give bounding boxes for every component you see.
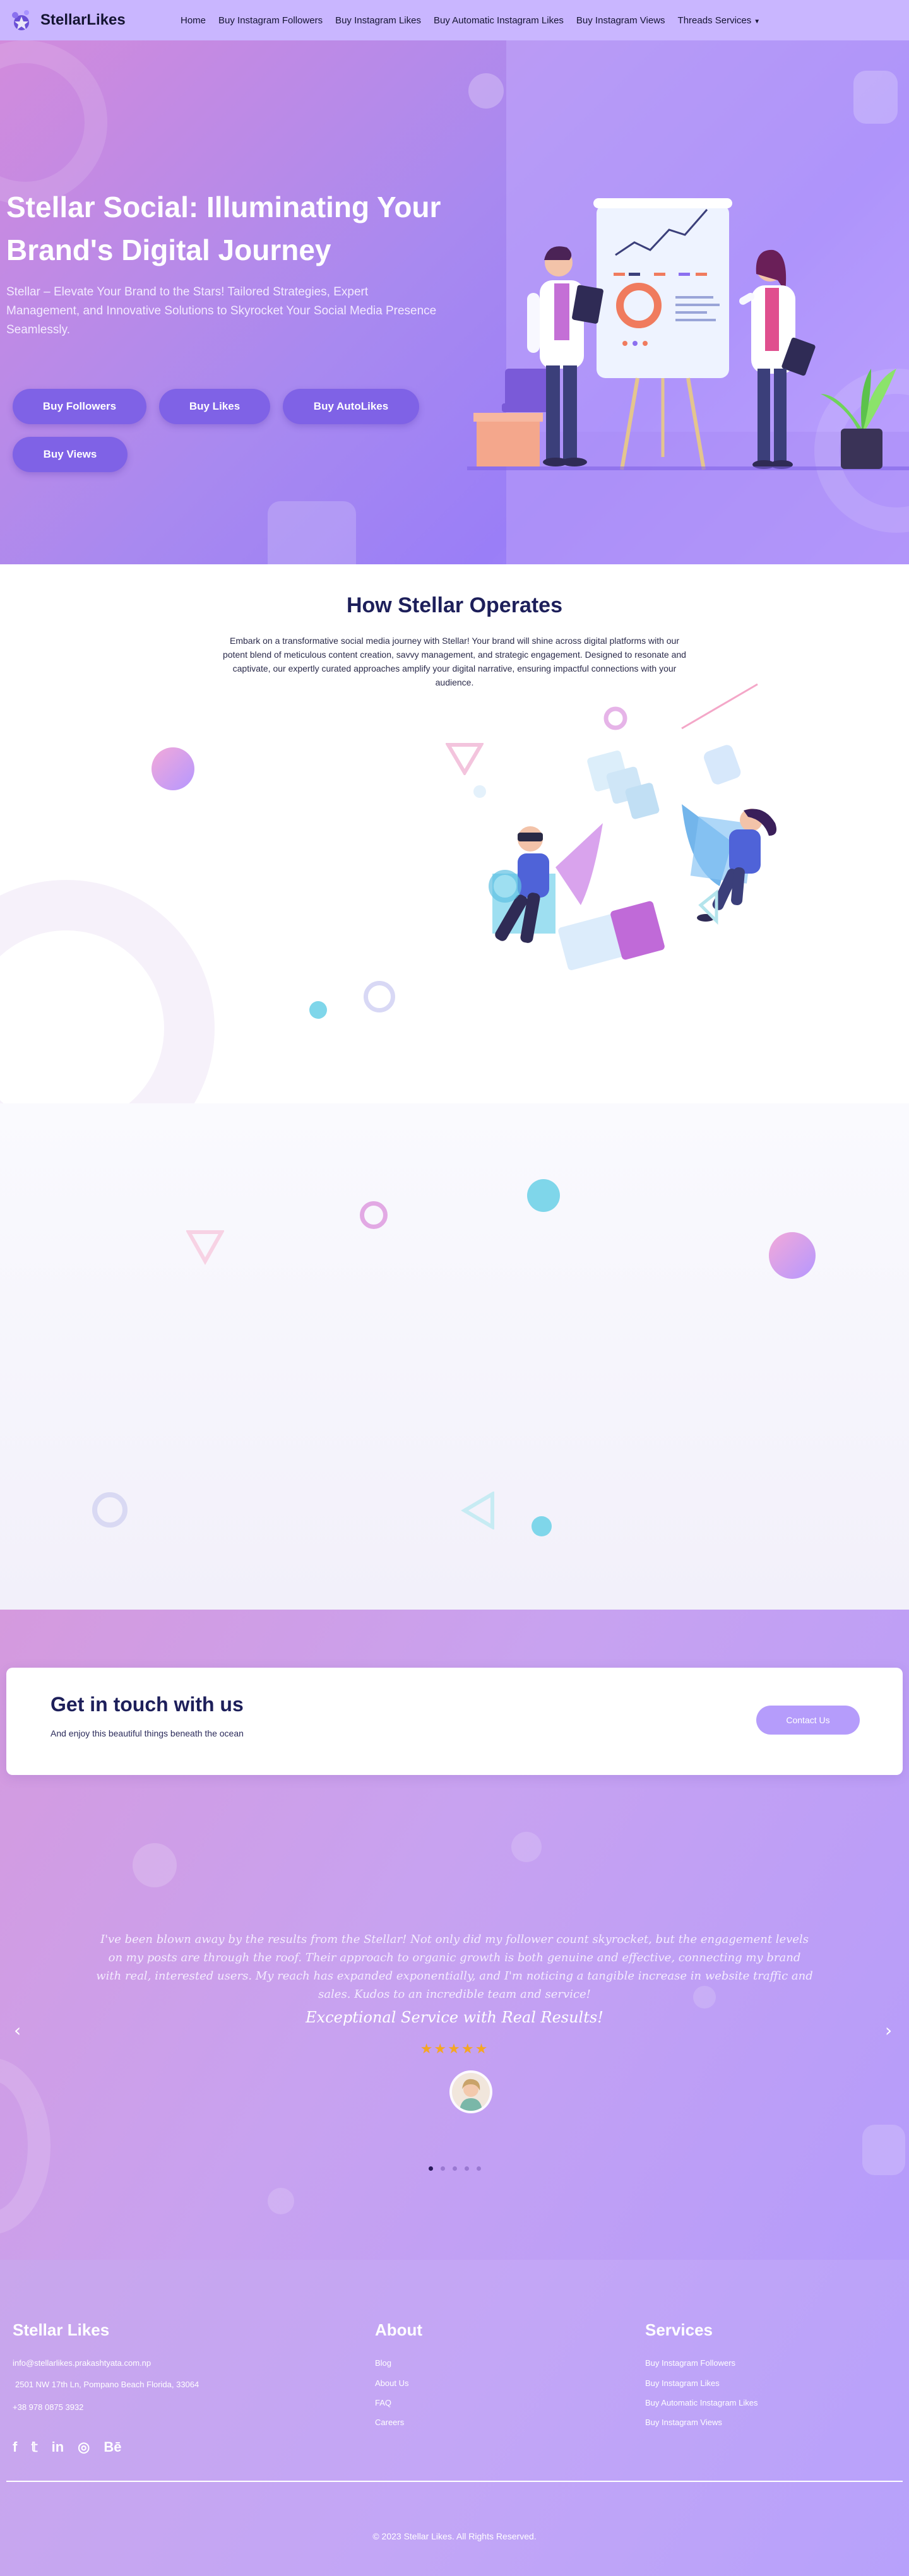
nav-threads-services-label: Threads Services [677,15,752,26]
decorative-ring [92,1492,128,1528]
hero-illustration [467,198,909,470]
footer-divider [6,2481,903,2482]
footer-email[interactable]: info@stellarlikes.prakashtyata.com.np [13,2358,151,2368]
hero-title: Stellar Social: Illuminating Your Brand'… [6,191,441,266]
facebook-icon[interactable]: f [13,2439,17,2455]
decorative-circle [309,1001,327,1019]
decorative-circle [532,1516,552,1536]
logo-text: StellarLikes [40,11,126,28]
buy-followers-button[interactable]: Buy Followers [13,389,146,424]
chevron-down-icon: ▼ [754,18,761,25]
footer-link-buy-likes[interactable]: Buy Instagram Likes [645,2378,720,2388]
decorative-triangle [186,1230,224,1265]
avatar [449,2070,492,2113]
site-logo[interactable]: StellarLikes [8,6,126,34]
footer-about-heading: About [375,2320,423,2339]
nav-threads-services[interactable]: Threads Services ▼ [678,15,761,26]
contact-subtitle: And enjoy this beautiful things beneath … [50,1728,244,1738]
contact-title: Get in touch with us [50,1693,244,1716]
decorative-square [853,71,898,124]
decorative-circle [527,1179,560,1212]
decorative-ring [0,880,215,1103]
twitter-icon[interactable]: 𝕥 [31,2439,37,2455]
social-links: f 𝕥 in ◎ Bē [13,2439,121,2455]
footer-link-faq[interactable]: FAQ [375,2398,391,2407]
decorative-circle [152,747,194,790]
footer-phone[interactable]: +38 978 0875 3932 [13,2402,83,2412]
footer-link-blog[interactable]: Blog [375,2358,391,2368]
buy-views-button[interactable]: Buy Views [13,437,128,472]
main-menu: Home Buy Instagram Followers Buy Instagr… [181,0,760,40]
carousel-dot[interactable] [465,2166,469,2171]
testimonial-title: Exceptional Service with Real Results! [306,2009,603,2026]
footer-link-about-us[interactable]: About Us [375,2378,408,2388]
footer-services-heading: Services [645,2320,713,2339]
decorative-ring [0,2058,50,2235]
carousel-dot[interactable] [429,2166,433,2171]
footer-brand-heading: Stellar Likes [13,2320,110,2339]
top-navbar: StellarLikes Home Buy Instagram Follower… [0,0,909,40]
carousel-prev-arrow[interactable]: ‹ [14,2020,21,2041]
nav-buy-automatic-instagram-likes[interactable]: Buy Automatic Instagram Likes [434,15,564,26]
contact-testimonial-section: Get in touch with us And enjoy this beau… [0,1610,909,2260]
rating-stars: ★★★★★ [420,2041,489,2057]
decorative-circle [511,1832,542,1862]
instagram-icon[interactable]: ◎ [78,2439,90,2455]
contact-card: Get in touch with us And enjoy this beau… [6,1668,903,1775]
nav-buy-instagram-followers[interactable]: Buy Instagram Followers [218,15,323,26]
decorative-circle [769,1232,816,1279]
logo-icon [8,6,35,34]
footer-link-buy-followers[interactable]: Buy Instagram Followers [645,2358,735,2368]
nav-buy-instagram-likes[interactable]: Buy Instagram Likes [335,15,421,26]
nav-home[interactable]: Home [181,15,206,26]
contact-us-button[interactable]: Contact Us [756,1706,860,1735]
decorative-triangle [461,1492,494,1529]
decorative-ring [364,981,395,1012]
nav-buy-instagram-views[interactable]: Buy Instagram Views [576,15,665,26]
decorative-ring [0,40,107,205]
decorative-circle [268,2188,294,2214]
decorative-circle [468,73,504,109]
carousel-pagination [429,2166,481,2171]
how-it-works-section: How Stellar Operates Embark on a transfo… [0,564,909,1103]
carousel-dot[interactable] [441,2166,445,2171]
decorative-square [862,2125,905,2175]
decorative-band [0,1103,909,1610]
hero-subtitle: Stellar – Elevate Your Brand to the Star… [6,285,437,336]
linkedin-icon[interactable]: in [52,2439,64,2455]
buy-autolikes-button[interactable]: Buy AutoLikes [283,389,419,424]
buy-likes-button[interactable]: Buy Likes [159,389,270,424]
footer-link-buy-views[interactable]: Buy Instagram Views [645,2418,722,2427]
carousel-dot[interactable] [453,2166,457,2171]
section-title: How Stellar Operates [346,593,562,617]
carousel-next-arrow[interactable]: › [885,2020,892,2041]
footer-link-careers[interactable]: Careers [375,2418,404,2427]
footer-link-buy-auto-likes[interactable]: Buy Automatic Instagram Likes [645,2398,758,2407]
hero-section: Stellar Social: Illuminating Your Brand'… [0,40,909,564]
decorative-ring [360,1201,388,1229]
vr-illustration [473,683,777,970]
testimonial-quote: I've been blown away by the results from… [96,1933,813,2001]
decorative-circle [133,1843,177,1887]
copyright-text: © 2023 Stellar Likes. All Rights Reserve… [372,2531,537,2541]
carousel-dot[interactable] [477,2166,481,2171]
behance-icon[interactable]: Bē [104,2439,121,2455]
footer-address: 2501 NW 17th Ln, Pompano Beach Florida, … [15,2380,199,2389]
site-footer: Stellar Likes info@stellarlikes.prakasht… [0,2260,909,2576]
decorative-square [268,501,356,564]
